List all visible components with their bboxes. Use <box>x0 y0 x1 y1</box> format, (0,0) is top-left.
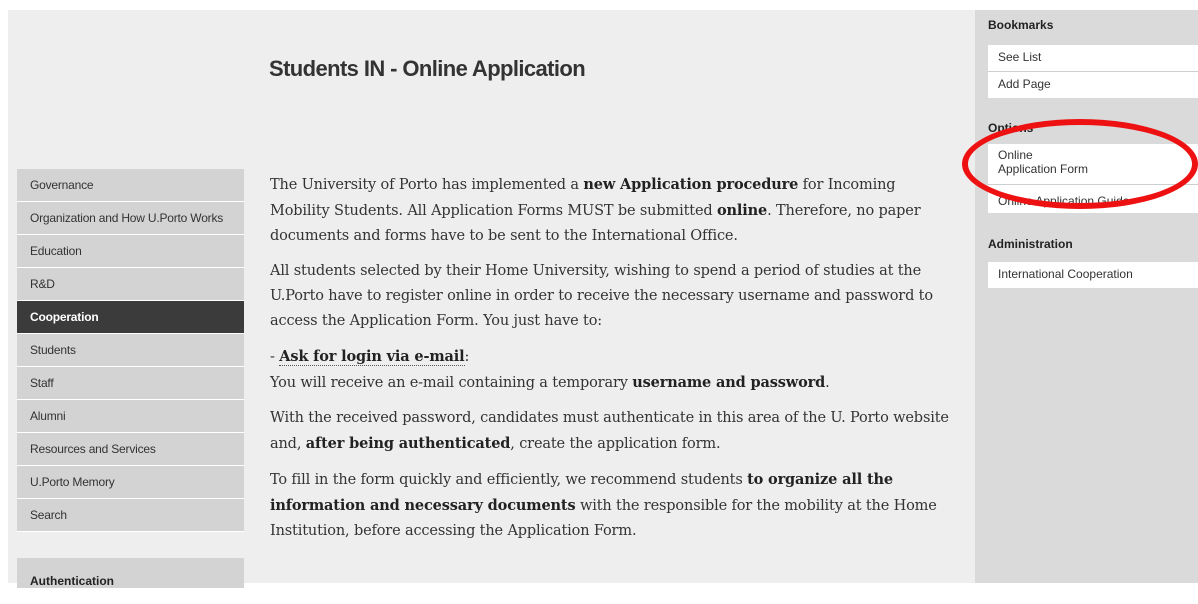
bold-text: username and password <box>632 374 826 391</box>
nav-item-staff[interactable]: Staff <box>17 367 244 400</box>
page-title: Students IN - Online Application <box>269 56 586 81</box>
left-navigation: Governance Organization and How U.Porto … <box>17 169 244 532</box>
online-label: Online <box>998 148 1033 162</box>
nav-item-rd[interactable]: R&D <box>17 268 244 301</box>
text: The University of Porto has implemented … <box>270 177 584 193</box>
text: You will receive an e-mail containing a … <box>270 375 633 391</box>
nav-item-search[interactable]: Search <box>17 499 244 532</box>
see-list-link[interactable]: See List <box>988 45 1198 71</box>
nav-item-alumni[interactable]: Alumni <box>17 400 244 433</box>
nav-item-resources[interactable]: Resources and Services <box>17 433 244 466</box>
online-application-form-link[interactable]: Online Application Form <box>988 144 1198 184</box>
ask-for-login-link[interactable]: Ask for login via e-mail <box>279 348 465 366</box>
administration-heading: Administration <box>988 237 1073 251</box>
bold-text: after being authenticated <box>305 435 511 452</box>
text: , create the application form. <box>510 436 721 452</box>
text: . <box>825 375 830 391</box>
international-cooperation-link[interactable]: International Cooperation <box>988 262 1198 288</box>
right-sidebar: Bookmarks See List Add Page Options Onli… <box>975 10 1198 583</box>
application-form-label: Application Form <box>998 162 1089 176</box>
paragraph-authenticate: With the received password, candidates m… <box>270 406 950 457</box>
options-heading: Options <box>988 121 1034 135</box>
dash: - <box>270 349 280 365</box>
text: : <box>464 349 470 365</box>
nav-item-cooperation[interactable]: Cooperation <box>17 301 244 334</box>
bold-text: new Application procedure <box>583 176 799 193</box>
bold-text: online <box>716 202 768 219</box>
online-application-guide-link[interactable]: Online Application Guide <box>988 185 1198 213</box>
bookmarks-heading: Bookmarks <box>988 18 1054 32</box>
paragraph-login: - Ask for login via e-mail: You will rece… <box>270 344 950 396</box>
nav-item-memory[interactable]: U.Porto Memory <box>17 466 244 499</box>
text: To fill in the form quickly and efficien… <box>270 472 748 488</box>
main-content: The University of Porto has implemented … <box>270 172 950 554</box>
add-page-link[interactable]: Add Page <box>988 72 1198 98</box>
nav-item-education[interactable]: Education <box>17 235 244 268</box>
nav-item-organization[interactable]: Organization and How U.Porto Works <box>17 202 244 235</box>
nav-item-governance[interactable]: Governance <box>17 169 244 202</box>
authentication-heading: Authentication <box>17 558 244 588</box>
paragraph-intro: The University of Porto has implemented … <box>270 172 950 249</box>
paragraph-register: All students selected by their Home Univ… <box>270 263 933 329</box>
nav-item-students[interactable]: Students <box>17 334 244 367</box>
paragraph-recommend: To fill in the form quickly and efficien… <box>270 467 950 544</box>
